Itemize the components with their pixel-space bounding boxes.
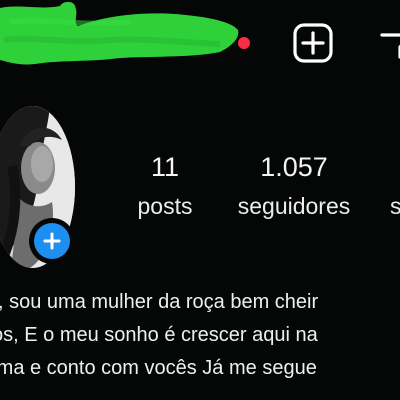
create-post-icon: [293, 23, 333, 63]
add-story-badge: [34, 223, 70, 259]
following-label[interactable]: s: [390, 193, 400, 220]
posts-label[interactable]: posts: [128, 193, 202, 220]
menu-icon: [380, 33, 400, 59]
plus-icon: [43, 232, 61, 250]
bio-line: os, E o meu sonho é crescer aqui na: [0, 324, 318, 346]
notification-dot: [238, 37, 250, 49]
followers-count[interactable]: 1.057: [242, 152, 346, 183]
add-story-button[interactable]: [29, 218, 75, 264]
create-post-button[interactable]: [290, 20, 336, 66]
followers-label[interactable]: seguidores: [228, 193, 360, 220]
posts-count[interactable]: 11: [140, 152, 190, 183]
bio-line: , sou uma mulher da roça bem cheir: [0, 291, 319, 313]
username-redacted[interactable]: [0, 0, 240, 70]
bio-line: rma e conto com vocês Já me segue: [0, 357, 317, 379]
menu-button[interactable]: [378, 20, 400, 66]
